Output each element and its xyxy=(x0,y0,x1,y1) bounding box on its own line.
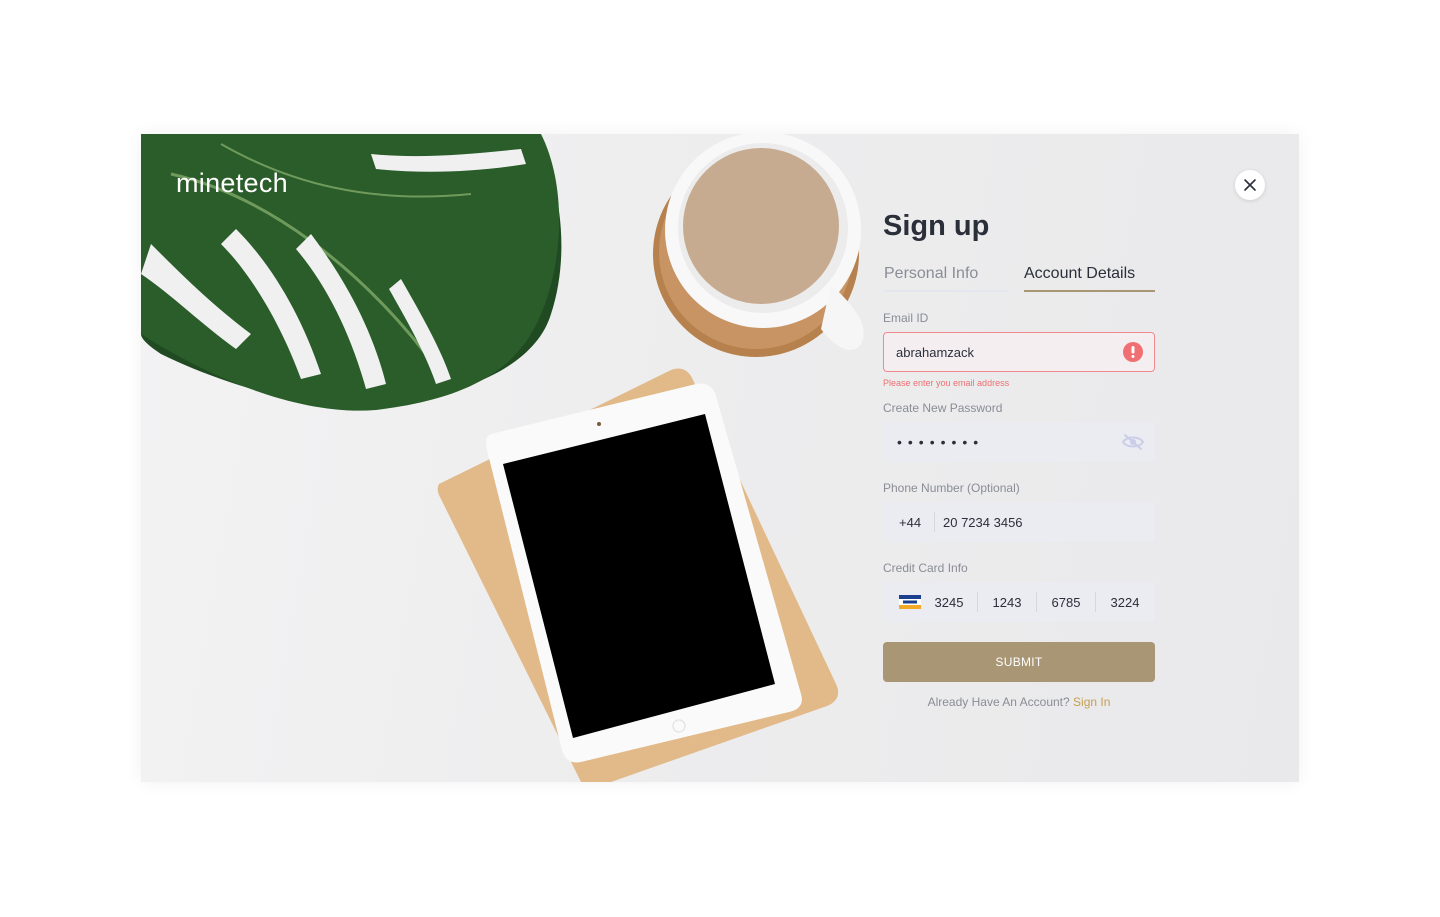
email-error-message: Please enter you email address xyxy=(883,378,1010,388)
brand-logo: minetech xyxy=(176,168,288,198)
card-number-segment-2[interactable]: 1243 xyxy=(978,595,1036,610)
signin-prompt: Already Have An Account? xyxy=(927,695,1070,709)
signin-row: Already Have An Account? Sign In xyxy=(883,695,1155,709)
card-number-segment-4[interactable]: 3224 xyxy=(1096,595,1154,610)
credit-card-label: Credit Card Info xyxy=(883,561,968,575)
email-input[interactable] xyxy=(884,344,1116,360)
close-button[interactable] xyxy=(1235,170,1265,200)
tab-bar: Personal Info Account Details xyxy=(883,262,1155,294)
signin-link[interactable]: Sign In xyxy=(1073,695,1110,709)
close-icon xyxy=(1244,179,1256,191)
card-number-segment-3[interactable]: 6785 xyxy=(1037,595,1095,610)
submit-button[interactable]: SUBMIT xyxy=(883,642,1155,682)
password-label: Create New Password xyxy=(883,401,1003,415)
phone-input[interactable] xyxy=(935,514,1143,530)
coffee-cup xyxy=(653,134,864,357)
password-input[interactable]: •••••••• xyxy=(883,434,984,450)
card-number-segment-1[interactable]: 3245 xyxy=(921,595,977,610)
country-code[interactable]: +44 xyxy=(883,515,934,530)
email-field-wrapper xyxy=(883,332,1155,372)
phone-field: +44 xyxy=(883,502,1155,542)
phone-label: Phone Number (Optional) xyxy=(883,481,1020,495)
visa-icon xyxy=(899,595,921,609)
signup-form: Sign up Personal Info Account Details Em… xyxy=(883,206,1155,709)
signup-card: minetech Sign up Personal Info Account D… xyxy=(141,134,1299,782)
tab-account-details[interactable]: Account Details xyxy=(1024,262,1155,292)
error-icon xyxy=(1123,342,1143,362)
eye-off-icon[interactable] xyxy=(1121,433,1145,451)
credit-card-field: 3245 1243 6785 3224 xyxy=(883,582,1155,622)
form-title: Sign up xyxy=(883,210,990,242)
tablet xyxy=(486,383,802,763)
tab-personal-info[interactable]: Personal Info xyxy=(884,262,1009,292)
email-label: Email ID xyxy=(883,311,929,325)
password-field[interactable]: •••••••• xyxy=(883,422,1155,462)
